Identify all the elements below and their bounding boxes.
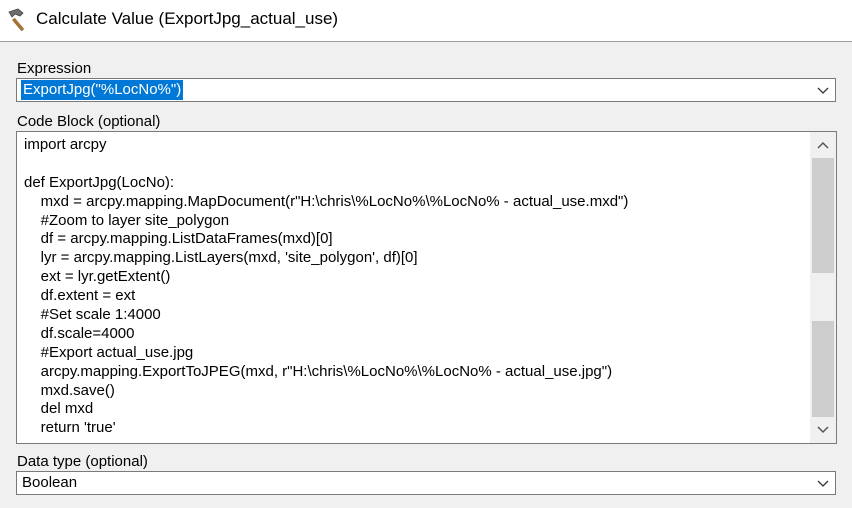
code-line[interactable]: arcpy.mapping.ExportToJPEG(mxd, r"H:\chr… bbox=[24, 363, 628, 382]
scroll-thumb-lower[interactable] bbox=[812, 321, 834, 417]
data-type-combobox[interactable]: Boolean bbox=[16, 471, 836, 495]
scroll-up-button[interactable] bbox=[810, 132, 836, 158]
title-bar: Calculate Value (ExportJpg_actual_use) bbox=[0, 0, 852, 42]
code-line[interactable]: del mxd bbox=[24, 400, 628, 419]
code-block-editor[interactable]: import arcpy def ExportJpg(LocNo): mxd = … bbox=[16, 131, 837, 444]
scroll-down-button[interactable] bbox=[810, 417, 836, 443]
code-line[interactable]: df.scale=4000 bbox=[24, 325, 628, 344]
expression-value[interactable]: ExportJpg("%LocNo%") bbox=[21, 80, 184, 100]
chevron-down-icon[interactable] bbox=[817, 85, 829, 95]
data-type-label: Data type (optional) bbox=[17, 453, 148, 470]
expression-label: Expression bbox=[17, 60, 92, 77]
code-line[interactable]: #Zoom to layer site_polygon bbox=[24, 212, 628, 231]
code-line[interactable]: #Export actual_use.jpg bbox=[24, 344, 628, 363]
code-line[interactable]: #Set scale 1:4000 bbox=[24, 306, 628, 325]
code-line[interactable]: return 'true' bbox=[24, 419, 628, 438]
code-block-label: Code Block (optional) bbox=[17, 113, 161, 130]
code-line[interactable]: def ExportJpg(LocNo): bbox=[24, 174, 628, 193]
data-type-value[interactable]: Boolean bbox=[22, 474, 77, 491]
chevron-up-icon bbox=[817, 141, 829, 149]
hammer-icon bbox=[8, 8, 24, 32]
code-line[interactable]: ext = lyr.getExtent() bbox=[24, 268, 628, 287]
code-lines[interactable]: import arcpy def ExportJpg(LocNo): mxd = … bbox=[24, 136, 628, 438]
vertical-scrollbar[interactable] bbox=[810, 132, 836, 443]
expression-combobox[interactable]: ExportJpg("%LocNo%") bbox=[16, 78, 836, 102]
window-title: Calculate Value (ExportJpg_actual_use) bbox=[36, 9, 339, 28]
chevron-down-icon[interactable] bbox=[817, 478, 829, 488]
scroll-thumb-upper[interactable] bbox=[812, 158, 834, 273]
code-line[interactable]: import arcpy bbox=[24, 136, 628, 155]
code-line[interactable]: df.extent = ext bbox=[24, 287, 628, 306]
code-line[interactable]: mxd.save() bbox=[24, 382, 628, 401]
chevron-down-icon bbox=[817, 426, 829, 434]
code-line[interactable]: mxd = arcpy.mapping.MapDocument(r"H:\chr… bbox=[24, 193, 629, 212]
code-line[interactable]: lyr = arcpy.mapping.ListLayers(mxd, 'sit… bbox=[24, 249, 628, 268]
code-line[interactable] bbox=[24, 155, 628, 174]
code-line[interactable]: df = arcpy.mapping.ListDataFrames(mxd)[0… bbox=[24, 230, 628, 249]
